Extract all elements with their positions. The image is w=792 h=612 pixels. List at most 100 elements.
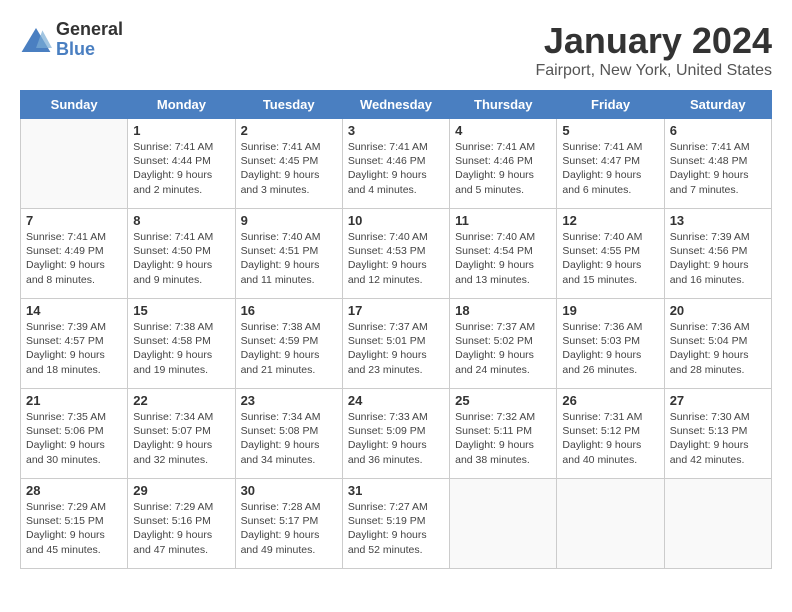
day-info: Sunrise: 7:34 AM Sunset: 5:08 PM Dayligh… bbox=[241, 410, 337, 467]
day-info: Sunrise: 7:41 AM Sunset: 4:46 PM Dayligh… bbox=[455, 140, 551, 197]
day-header-thursday: Thursday bbox=[450, 91, 557, 119]
day-info: Sunrise: 7:41 AM Sunset: 4:47 PM Dayligh… bbox=[562, 140, 658, 197]
day-number: 2 bbox=[241, 123, 337, 138]
calendar-cell: 6Sunrise: 7:41 AM Sunset: 4:48 PM Daylig… bbox=[664, 119, 771, 209]
calendar-cell: 15 Sunrise: 7:38 AM Sunset: 4:58 PM Dayli… bbox=[128, 299, 235, 389]
calendar-cell: 1 Sunrise: 7:41 AM Sunset: 4:44 PM Daylig… bbox=[128, 119, 235, 209]
calendar-cell: 11 Sunrise: 7:40 AM Sunset: 4:54 PM Dayli… bbox=[450, 209, 557, 299]
days-header-row: SundayMondayTuesdayWednesdayThursdayFrid… bbox=[21, 91, 772, 119]
day-info: Sunrise: 7:33 AM Sunset: 5:09 PM Dayligh… bbox=[348, 410, 444, 467]
day-number: 29 bbox=[133, 483, 229, 498]
day-info: Sunrise: 7:41 AM Sunset: 4:49 PM Dayligh… bbox=[26, 230, 122, 287]
week-row-2: 7 Sunrise: 7:41 AM Sunset: 4:49 PM Daylig… bbox=[21, 209, 772, 299]
calendar-subtitle: Fairport, New York, United States bbox=[535, 62, 772, 80]
day-number: 26 bbox=[562, 393, 658, 408]
day-number: 23 bbox=[241, 393, 337, 408]
calendar-cell: 7 Sunrise: 7:41 AM Sunset: 4:49 PM Daylig… bbox=[21, 209, 128, 299]
week-row-5: 28 Sunrise: 7:29 AM Sunset: 5:15 PM Dayli… bbox=[21, 479, 772, 569]
day-number: 31 bbox=[348, 483, 444, 498]
week-row-1: 1 Sunrise: 7:41 AM Sunset: 4:44 PM Daylig… bbox=[21, 119, 772, 209]
day-info: Sunrise: 7:41 AM Sunset: 4:45 PM Dayligh… bbox=[241, 140, 337, 197]
calendar-cell: 14Sunrise: 7:39 AM Sunset: 4:57 PM Dayli… bbox=[21, 299, 128, 389]
day-number: 27 bbox=[670, 393, 766, 408]
day-number: 30 bbox=[241, 483, 337, 498]
day-info: Sunrise: 7:40 AM Sunset: 4:51 PM Dayligh… bbox=[241, 230, 337, 287]
day-info: Sunrise: 7:41 AM Sunset: 4:48 PM Dayligh… bbox=[670, 140, 766, 197]
day-number: 15 bbox=[133, 303, 229, 318]
calendar-cell: 28 Sunrise: 7:29 AM Sunset: 5:15 PM Dayli… bbox=[21, 479, 128, 569]
day-info: Sunrise: 7:27 AM Sunset: 5:19 PM Dayligh… bbox=[348, 500, 444, 557]
day-number: 28 bbox=[26, 483, 122, 498]
day-number: 7 bbox=[26, 213, 122, 228]
day-number: 24 bbox=[348, 393, 444, 408]
day-info: Sunrise: 7:37 AM Sunset: 5:02 PM Dayligh… bbox=[455, 320, 551, 377]
logo-general-text: General bbox=[56, 20, 123, 40]
calendar-cell: 19 Sunrise: 7:36 AM Sunset: 5:03 PM Dayli… bbox=[557, 299, 664, 389]
calendar-cell bbox=[557, 479, 664, 569]
day-info: Sunrise: 7:37 AM Sunset: 5:01 PM Dayligh… bbox=[348, 320, 444, 377]
day-info: Sunrise: 7:29 AM Sunset: 5:16 PM Dayligh… bbox=[133, 500, 229, 557]
day-header-monday: Monday bbox=[128, 91, 235, 119]
logo-text: General Blue bbox=[56, 20, 123, 60]
day-info: Sunrise: 7:36 AM Sunset: 5:04 PM Dayligh… bbox=[670, 320, 766, 377]
calendar-cell: 10Sunrise: 7:40 AM Sunset: 4:53 PM Dayli… bbox=[342, 209, 449, 299]
day-number: 1 bbox=[133, 123, 229, 138]
calendar-cell: 9 Sunrise: 7:40 AM Sunset: 4:51 PM Daylig… bbox=[235, 209, 342, 299]
calendar-cell: 16 Sunrise: 7:38 AM Sunset: 4:59 PM Dayli… bbox=[235, 299, 342, 389]
day-info: Sunrise: 7:40 AM Sunset: 4:54 PM Dayligh… bbox=[455, 230, 551, 287]
day-header-sunday: Sunday bbox=[21, 91, 128, 119]
calendar-cell: 24 Sunrise: 7:33 AM Sunset: 5:09 PM Dayli… bbox=[342, 389, 449, 479]
calendar-cell: 17Sunrise: 7:37 AM Sunset: 5:01 PM Dayli… bbox=[342, 299, 449, 389]
calendar-cell: 8 Sunrise: 7:41 AM Sunset: 4:50 PM Daylig… bbox=[128, 209, 235, 299]
day-info: Sunrise: 7:41 AM Sunset: 4:50 PM Dayligh… bbox=[133, 230, 229, 287]
day-info: Sunrise: 7:34 AM Sunset: 5:07 PM Dayligh… bbox=[133, 410, 229, 467]
day-header-saturday: Saturday bbox=[664, 91, 771, 119]
day-info: Sunrise: 7:39 AM Sunset: 4:57 PM Dayligh… bbox=[26, 320, 122, 377]
day-header-friday: Friday bbox=[557, 91, 664, 119]
day-number: 21 bbox=[26, 393, 122, 408]
day-info: Sunrise: 7:39 AM Sunset: 4:56 PM Dayligh… bbox=[670, 230, 766, 287]
day-info: Sunrise: 7:28 AM Sunset: 5:17 PM Dayligh… bbox=[241, 500, 337, 557]
day-number: 9 bbox=[241, 213, 337, 228]
day-info: Sunrise: 7:38 AM Sunset: 4:58 PM Dayligh… bbox=[133, 320, 229, 377]
calendar-cell: 5 Sunrise: 7:41 AM Sunset: 4:47 PM Daylig… bbox=[557, 119, 664, 209]
week-row-3: 14Sunrise: 7:39 AM Sunset: 4:57 PM Dayli… bbox=[21, 299, 772, 389]
calendar-cell: 31 Sunrise: 7:27 AM Sunset: 5:19 PM Dayli… bbox=[342, 479, 449, 569]
day-info: Sunrise: 7:35 AM Sunset: 5:06 PM Dayligh… bbox=[26, 410, 122, 467]
calendar-cell: 30 Sunrise: 7:28 AM Sunset: 5:17 PM Dayli… bbox=[235, 479, 342, 569]
day-number: 5 bbox=[562, 123, 658, 138]
day-number: 18 bbox=[455, 303, 551, 318]
calendar-cell: 13Sunrise: 7:39 AM Sunset: 4:56 PM Dayli… bbox=[664, 209, 771, 299]
title-section: January 2024 Fairport, New York, United … bbox=[535, 20, 772, 80]
day-info: Sunrise: 7:38 AM Sunset: 4:59 PM Dayligh… bbox=[241, 320, 337, 377]
day-info: Sunrise: 7:40 AM Sunset: 4:55 PM Dayligh… bbox=[562, 230, 658, 287]
day-header-wednesday: Wednesday bbox=[342, 91, 449, 119]
calendar-cell: 12 Sunrise: 7:40 AM Sunset: 4:55 PM Dayli… bbox=[557, 209, 664, 299]
day-info: Sunrise: 7:41 AM Sunset: 4:46 PM Dayligh… bbox=[348, 140, 444, 197]
calendar-cell: 21 Sunrise: 7:35 AM Sunset: 5:06 PM Dayli… bbox=[21, 389, 128, 479]
calendar-cell bbox=[21, 119, 128, 209]
day-number: 25 bbox=[455, 393, 551, 408]
day-info: Sunrise: 7:41 AM Sunset: 4:44 PM Dayligh… bbox=[133, 140, 229, 197]
calendar-cell: 18 Sunrise: 7:37 AM Sunset: 5:02 PM Dayli… bbox=[450, 299, 557, 389]
day-number: 8 bbox=[133, 213, 229, 228]
day-number: 20 bbox=[670, 303, 766, 318]
calendar-cell: 26Sunrise: 7:31 AM Sunset: 5:12 PM Dayli… bbox=[557, 389, 664, 479]
calendar-cell: 23 Sunrise: 7:34 AM Sunset: 5:08 PM Dayli… bbox=[235, 389, 342, 479]
day-info: Sunrise: 7:29 AM Sunset: 5:15 PM Dayligh… bbox=[26, 500, 122, 557]
day-number: 12 bbox=[562, 213, 658, 228]
day-info: Sunrise: 7:36 AM Sunset: 5:03 PM Dayligh… bbox=[562, 320, 658, 377]
day-header-tuesday: Tuesday bbox=[235, 91, 342, 119]
logo-icon bbox=[20, 24, 52, 56]
logo-blue-text: Blue bbox=[56, 40, 123, 60]
day-info: Sunrise: 7:40 AM Sunset: 4:53 PM Dayligh… bbox=[348, 230, 444, 287]
calendar-cell: 3 Sunrise: 7:41 AM Sunset: 4:46 PM Daylig… bbox=[342, 119, 449, 209]
calendar-cell: 29 Sunrise: 7:29 AM Sunset: 5:16 PM Dayli… bbox=[128, 479, 235, 569]
day-number: 11 bbox=[455, 213, 551, 228]
day-number: 3 bbox=[348, 123, 444, 138]
calendar-cell: 2 Sunrise: 7:41 AM Sunset: 4:45 PM Daylig… bbox=[235, 119, 342, 209]
day-number: 19 bbox=[562, 303, 658, 318]
calendar-cell: 20 Sunrise: 7:36 AM Sunset: 5:04 PM Dayli… bbox=[664, 299, 771, 389]
logo: General Blue bbox=[20, 20, 123, 60]
day-number: 16 bbox=[241, 303, 337, 318]
